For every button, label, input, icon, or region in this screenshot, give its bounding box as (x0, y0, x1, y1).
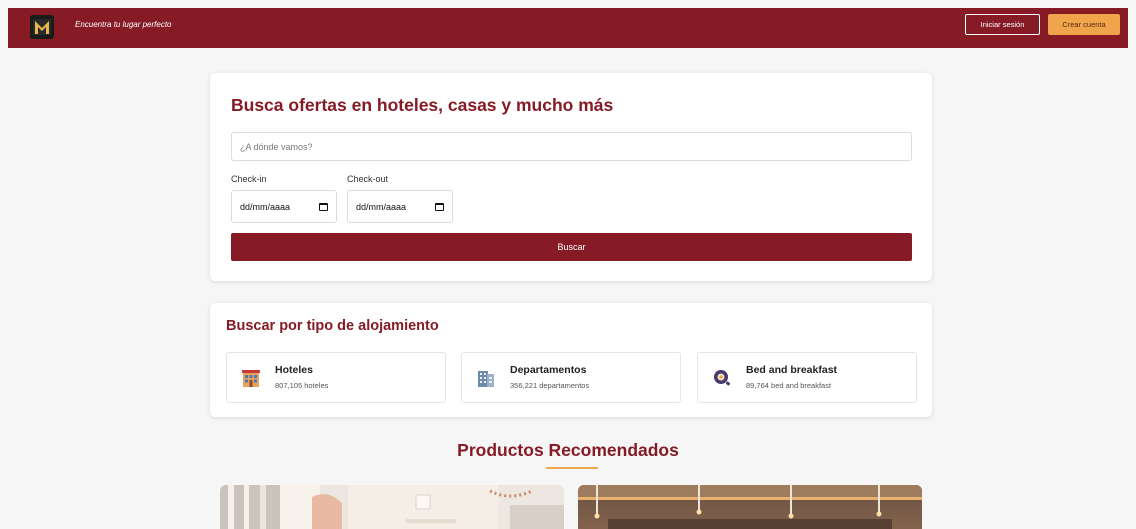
type-item-count: 89,764 bed and breakfast (746, 381, 832, 390)
checkin-date-value: dd/mm/aaaa (240, 201, 291, 212)
search-card: Busca ofertas en hoteles, casas y mucho … (210, 73, 932, 281)
top-navbar: Encuentra tu lugar perfecto Iniciar sesi… (8, 8, 1128, 48)
title-underline (546, 467, 598, 469)
type-item-name: Departamentos (510, 364, 587, 376)
page-frame: Encuentra tu lugar perfecto Iniciar sesi… (8, 8, 1128, 529)
type-item-departamentos[interactable]: Departamentos 356,221 departamentos (461, 352, 681, 403)
type-item-bed-and-breakfast[interactable]: Bed and breakfast 89,764 bed and breakfa… (697, 352, 917, 403)
apartment-building-icon (478, 371, 494, 387)
type-item-count: 807,105 hoteles (275, 381, 329, 390)
login-button[interactable]: Iniciar sesión (965, 14, 1040, 35)
bed-and-breakfast-icon (714, 370, 731, 386)
destination-input[interactable] (231, 132, 912, 161)
search-button[interactable]: Buscar (231, 233, 912, 261)
checkin-date-input[interactable]: dd/mm/aaaa (231, 190, 337, 223)
product-card[interactable] (578, 485, 922, 529)
bright-bedroom-photo (220, 485, 564, 529)
accommodation-type-title: Buscar por tipo de alojamiento (226, 318, 439, 334)
checkout-date-input[interactable]: dd/mm/aaaa (347, 190, 453, 223)
tagline: Encuentra tu lugar perfecto (75, 20, 172, 29)
hotel-icon (242, 370, 260, 387)
checkin-label: Check-in (231, 174, 267, 184)
recommended-title: Productos Recomendados (457, 440, 679, 460)
type-item-name: Hoteles (275, 364, 313, 376)
checkout-label: Check-out (347, 174, 389, 184)
logo-m-icon[interactable] (30, 15, 54, 39)
type-item-count: 356,221 departamentos (510, 381, 590, 390)
warm-lit-interior-photo (578, 485, 922, 529)
signup-button[interactable]: Crear cuenta (1048, 14, 1120, 35)
type-item-hoteles[interactable]: Hoteles 807,105 hoteles (226, 352, 446, 403)
type-item-name: Bed and breakfast (746, 364, 838, 376)
calendar-icon[interactable] (435, 202, 444, 211)
product-card[interactable] (220, 485, 564, 529)
checkout-date-value: dd/mm/aaaa (356, 201, 407, 212)
accommodation-type-card: Buscar por tipo de alojamiento Hoteles 8… (210, 303, 932, 417)
search-title: Busca ofertas en hoteles, casas y mucho … (231, 95, 614, 115)
calendar-icon[interactable] (319, 202, 328, 211)
